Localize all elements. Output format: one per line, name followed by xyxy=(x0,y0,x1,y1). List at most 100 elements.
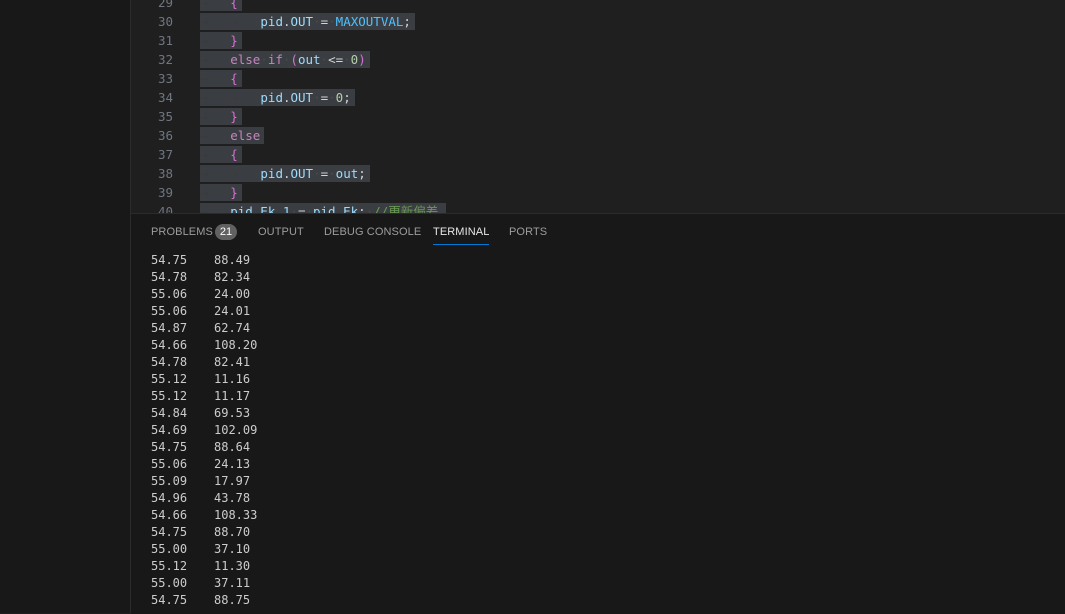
tab-terminal[interactable]: TERMINAL xyxy=(433,214,490,250)
line-number: 31 xyxy=(157,33,173,48)
terminal-value-2: 43.78 xyxy=(214,491,251,505)
terminal-value-2: 24.13 xyxy=(214,457,251,471)
code-token: . xyxy=(282,166,291,181)
line-number: 39 xyxy=(157,185,173,200)
tab-label: OUTPUT xyxy=(258,226,304,238)
code-line[interactable]: 39 →} xyxy=(131,183,1065,202)
code-token: · xyxy=(320,52,329,67)
tab-label: PROBLEMS xyxy=(151,226,213,238)
terminal-value-1: 55.12 xyxy=(151,372,188,386)
code-line[interactable]: 35 →} xyxy=(131,107,1065,126)
code-token: ; xyxy=(343,90,351,105)
indent-arrow-icon: → xyxy=(230,166,238,181)
code-text: else·if·(out·<=·0) xyxy=(230,50,366,69)
tab-problems[interactable]: PROBLEMS xyxy=(151,214,213,250)
tab-label: DEBUG CONSOLE xyxy=(324,226,422,238)
code-token: Ek xyxy=(343,204,359,213)
code-text: } xyxy=(230,31,238,50)
indent-arrow-icon: → xyxy=(230,90,238,105)
code-text: } xyxy=(230,183,238,202)
terminal-value-2: 102.09 xyxy=(214,423,258,437)
code-token: } xyxy=(230,33,238,48)
code-token: · xyxy=(313,166,321,181)
code-token: · xyxy=(328,166,336,181)
code-editor[interactable]: 29 →{30 → → pid.OUT·=·MAXOUTVAL; 31 →} 32 → else·… xyxy=(131,0,1065,213)
code-token: · xyxy=(290,204,298,213)
terminal-value-1: 55.06 xyxy=(151,304,188,318)
terminal-value-1: 54.75 xyxy=(151,253,188,267)
line-number: 30 xyxy=(157,14,173,29)
code-text: pid.OUT·=·MAXOUTVAL; xyxy=(260,12,411,31)
code-token: = xyxy=(320,90,329,105)
terminal-value-1: 55.06 xyxy=(151,457,188,471)
terminal-value-2: 69.53 xyxy=(214,406,251,420)
indent-arrow-icon: → xyxy=(200,90,208,105)
code-line[interactable]: 33 → { xyxy=(131,69,1065,88)
terminal-value-2: 88.70 xyxy=(214,525,251,539)
line-number: 29 xyxy=(157,0,173,10)
terminal-value-2: 82.34 xyxy=(214,270,251,284)
code-token: if xyxy=(267,52,283,67)
code-text: pid.Ek_1·=·pid.Ek;·//更新偏差 xyxy=(230,202,438,213)
code-token: pid xyxy=(313,204,336,213)
code-line[interactable]: 34 → → pid.OUT·=·0; xyxy=(131,88,1065,107)
code-line[interactable]: 38 → → pid.OUT·=·out; xyxy=(131,164,1065,183)
terminal-value-1: 54.84 xyxy=(151,406,188,420)
panel-tab-bar: PROBLEMS 21 OUTPUT DEBUG CONSOLE TERMINAL POR… xyxy=(131,214,1065,250)
terminal-value-1: 55.06 xyxy=(151,287,188,301)
terminal-value-1: 55.00 xyxy=(151,542,188,556)
code-line[interactable]: 29 → { xyxy=(131,0,1065,12)
terminal-value-2: 108.33 xyxy=(214,508,258,522)
indent-arrow-icon: → xyxy=(200,185,208,200)
code-line[interactable]: 37 → { xyxy=(131,145,1065,164)
code-token: <= xyxy=(328,52,344,67)
tab-output[interactable]: OUTPUT xyxy=(258,214,304,250)
terminal-value-1: 54.66 xyxy=(151,338,188,352)
problems-count-badge: 21 xyxy=(215,224,237,240)
code-text: pid.OUT·=·0; xyxy=(260,88,350,107)
code-token: { xyxy=(230,147,238,162)
code-token: } xyxy=(230,109,238,124)
terminal-value-2: 11.16 xyxy=(214,372,251,386)
code-token: · xyxy=(328,14,336,29)
terminal-value-2: 24.00 xyxy=(214,287,251,301)
tab-ports[interactable]: PORTS xyxy=(509,214,547,250)
code-text: { xyxy=(230,145,238,164)
code-token: out xyxy=(335,166,359,181)
code-token: ; xyxy=(358,166,366,181)
code-text: else xyxy=(230,126,260,145)
line-number: 37 xyxy=(157,147,173,162)
code-token: pid xyxy=(230,204,253,213)
indent-arrow-icon: → xyxy=(200,128,208,143)
code-token: = xyxy=(320,166,329,181)
code-token: ) xyxy=(358,52,366,67)
terminal-value-1: 54.75 xyxy=(151,593,188,607)
code-token: OUT xyxy=(290,166,314,181)
code-line[interactable]: 30 → → pid.OUT·=·MAXOUTVAL; xyxy=(131,12,1065,31)
terminal-value-2: 37.11 xyxy=(214,576,251,590)
tab-debug-console[interactable]: DEBUG CONSOLE xyxy=(324,214,421,250)
terminal-output[interactable]: 54.75 88.49 54.78 82.34 55.06 24.00 55.06 24.01… xyxy=(131,252,1065,614)
code-token: = xyxy=(320,14,329,29)
terminal-value-1: 54.75 xyxy=(151,440,188,454)
line-number: 40 xyxy=(157,204,173,213)
code-token: MAXOUTVAL xyxy=(335,14,404,29)
code-token: OUT xyxy=(290,90,314,105)
terminal-value-1: 54.78 xyxy=(151,355,188,369)
code-text: { xyxy=(230,0,238,12)
terminal-value-1: 55.09 xyxy=(151,474,188,488)
terminal-value-1: 54.75 xyxy=(151,525,188,539)
line-number: 34 xyxy=(157,90,173,105)
terminal-value-1: 54.96 xyxy=(151,491,188,505)
tab-label: TERMINAL xyxy=(433,226,490,238)
code-line[interactable]: 31 →} xyxy=(131,31,1065,50)
code-line[interactable]: 32 → else·if·(out·<=·0) xyxy=(131,50,1065,69)
code-token: ; xyxy=(358,204,366,213)
code-token: · xyxy=(313,90,321,105)
indent-arrow-icon: → xyxy=(200,71,208,86)
code-line[interactable]: 40 → pid.Ek_1·=·pid.Ek;·//更新偏差 xyxy=(131,202,1065,213)
code-line[interactable]: 36 → else xyxy=(131,126,1065,145)
terminal-value-2: 82.41 xyxy=(214,355,251,369)
line-number: 36 xyxy=(157,128,173,143)
code-token: //更新偏差 xyxy=(373,204,439,213)
